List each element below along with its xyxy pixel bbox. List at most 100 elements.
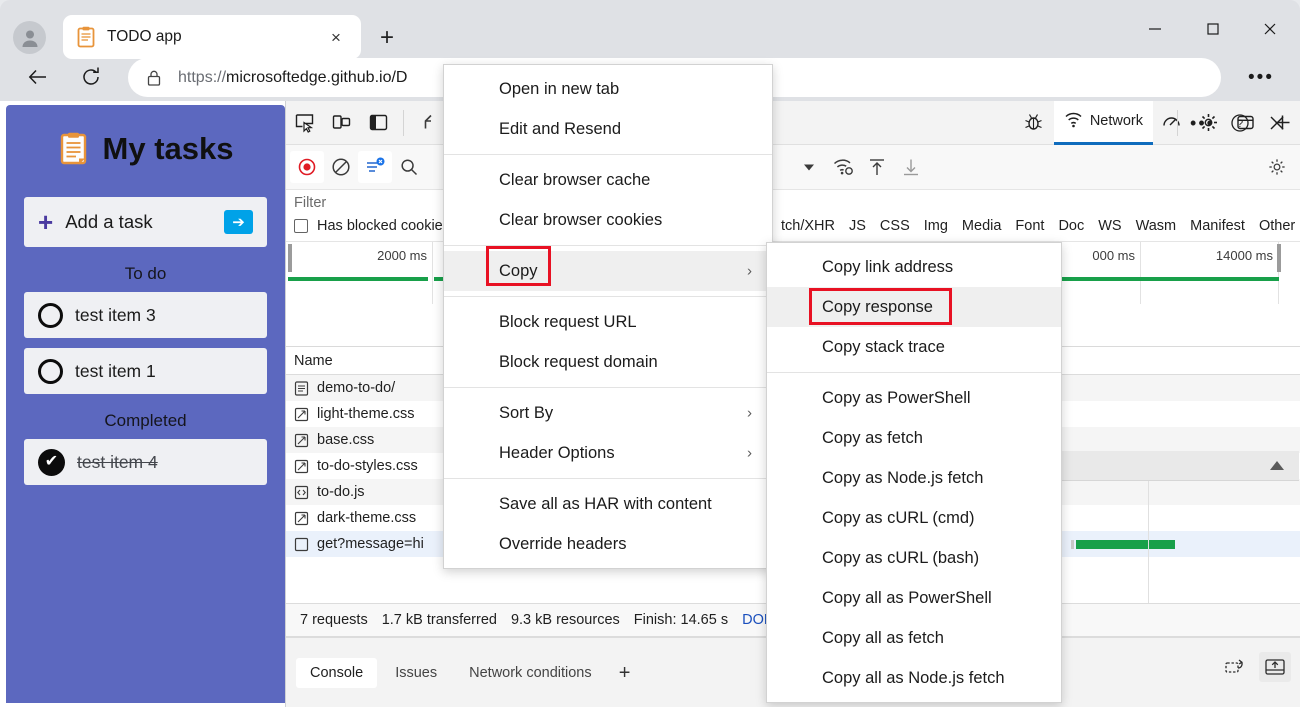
close-icon [1262, 21, 1278, 37]
filter-doc[interactable]: Doc [1058, 218, 1084, 234]
menu-item-open-in-new-tab[interactable]: Open in new tab [444, 69, 772, 109]
chevron-down-icon [802, 160, 816, 174]
window-close-button[interactable] [1247, 11, 1293, 47]
back-button[interactable] [21, 58, 55, 96]
overview-right-handle[interactable] [1277, 244, 1281, 272]
drawer-tab-network-conditions[interactable]: Network conditions [455, 658, 606, 688]
filter-js[interactable]: JS [849, 218, 866, 234]
filter-css[interactable]: CSS [880, 218, 910, 234]
new-tab-button[interactable]: + [371, 22, 403, 54]
help-icon[interactable]: ? [1221, 105, 1258, 141]
resource-type-filters: tch/XHR JS CSS Img Media Font Doc WS Was… [781, 218, 1295, 234]
overview-tick-label: 000 ms [1092, 248, 1135, 263]
list-item[interactable]: test item 3 [24, 292, 267, 338]
reload-button[interactable] [74, 58, 108, 96]
tab-network[interactable]: Network [1054, 101, 1153, 145]
tab-network-label: Network [1090, 113, 1143, 129]
elements-tab-icon[interactable] [410, 105, 447, 141]
drawer-add-tab-button[interactable]: + [610, 658, 640, 688]
dock-drawer-icon[interactable] [1259, 652, 1291, 682]
devtools-close-button[interactable] [1258, 105, 1295, 141]
menu-item-copy-link-address[interactable]: Copy link address [767, 247, 1061, 287]
network-conditions-icon[interactable] [826, 151, 860, 183]
task-label: test item 4 [77, 452, 158, 473]
copy-submenu[interactable]: Copy link address Copy response Copy sta… [766, 242, 1062, 703]
clear-network-button[interactable] [324, 151, 358, 183]
lock-icon [144, 68, 164, 88]
menu-item-edit-and-resend[interactable]: Edit and Resend [444, 109, 772, 149]
window-minimize-button[interactable] [1132, 11, 1178, 47]
menu-item-clear-browser-cookies[interactable]: Clear browser cookies [444, 200, 772, 240]
devtools-toolbar: Network [286, 101, 1300, 145]
menu-item-block-request-url[interactable]: Block request URL [444, 302, 772, 342]
refresh-icon [80, 66, 102, 88]
filter-toggle-button[interactable] [358, 151, 392, 183]
menu-item-copy-all-as-nodejs-fetch[interactable]: Copy all as Node.js fetch [767, 658, 1061, 698]
menu-item-save-all-as-har[interactable]: Save all as HAR with content [444, 484, 772, 524]
checkbox-icon[interactable] [294, 219, 308, 233]
menu-item-copy-all-as-fetch[interactable]: Copy all as fetch [767, 618, 1061, 658]
overview-tick-label: 14000 ms [1216, 248, 1273, 263]
add-task-input[interactable]: + Add a task ➔ [24, 197, 267, 247]
record-icon [297, 157, 317, 177]
arrow-left-icon [27, 66, 49, 88]
unchecked-circle-icon[interactable] [38, 359, 63, 384]
filter-input[interactable]: Filter [294, 195, 454, 215]
device-emulation-icon[interactable] [323, 105, 360, 141]
menu-item-override-headers[interactable]: Override headers [444, 524, 772, 564]
person-icon [19, 27, 41, 49]
filter-fetch-xhr[interactable]: tch/XHR [781, 218, 835, 234]
window-maximize-button[interactable] [1190, 11, 1236, 47]
menu-item-copy-as-curl-bash[interactable]: Copy as cURL (bash) [767, 538, 1061, 578]
menu-item-copy-as-nodejs-fetch[interactable]: Copy as Node.js fetch [767, 458, 1061, 498]
filter-wasm[interactable]: Wasm [1136, 218, 1177, 234]
network-toolbar [286, 145, 1300, 190]
list-item[interactable]: test item 1 [24, 348, 267, 394]
list-item[interactable]: ✔ test item 4 [24, 439, 267, 485]
maximize-icon [1205, 21, 1221, 37]
browser-tab[interactable]: TODO app × [63, 15, 361, 59]
browser-more-button[interactable]: ••• [1243, 60, 1279, 94]
menu-item-clear-browser-cache[interactable]: Clear browser cache [444, 160, 772, 200]
menu-item-copy-as-powershell[interactable]: Copy as PowerShell [767, 378, 1061, 418]
profile-avatar[interactable] [13, 21, 46, 54]
throttling-dropdown[interactable] [792, 151, 826, 183]
waterfall-collapse-bar[interactable] [1038, 451, 1299, 481]
summary-finish: Finish: 14.65 s [634, 612, 728, 628]
dock-side-icon[interactable] [360, 105, 397, 141]
filter-other[interactable]: Other [1259, 218, 1295, 234]
search-icon[interactable] [392, 151, 426, 183]
menu-item-header-options[interactable]: Header Options › [444, 433, 772, 473]
menu-item-block-request-domain[interactable]: Block request domain [444, 342, 772, 382]
menu-item-copy-stack-trace[interactable]: Copy stack trace [767, 327, 1061, 367]
close-icon[interactable]: × [323, 24, 349, 50]
filter-media[interactable]: Media [962, 218, 1002, 234]
menu-item-copy-response[interactable]: Copy response [767, 287, 1061, 327]
menu-item-copy[interactable]: Copy › [444, 251, 772, 291]
checked-circle-icon[interactable]: ✔ [38, 449, 65, 476]
record-button[interactable] [290, 151, 324, 183]
menu-item-copy-as-curl-cmd[interactable]: Copy as cURL (cmd) [767, 498, 1061, 538]
overview-left-handle[interactable] [288, 244, 292, 272]
menu-item-sort-by[interactable]: Sort By › [444, 393, 772, 433]
drawer-tab-console[interactable]: Console [296, 658, 377, 688]
context-menu[interactable]: Open in new tab Edit and Resend Clear br… [443, 64, 773, 569]
devtools-more-button[interactable]: ••• [1184, 105, 1221, 141]
filter-icon [364, 156, 386, 178]
unchecked-circle-icon[interactable] [38, 303, 63, 328]
has-blocked-cookies-checkbox[interactable]: Has blocked cookie [294, 218, 443, 234]
filter-font[interactable]: Font [1015, 218, 1044, 234]
filter-ws[interactable]: WS [1098, 218, 1121, 234]
filter-img[interactable]: Img [924, 218, 948, 234]
network-settings-gear-icon[interactable] [1261, 151, 1293, 183]
inspect-element-icon[interactable] [286, 105, 323, 141]
submit-arrow-icon[interactable]: ➔ [224, 210, 253, 234]
drawer-tab-issues[interactable]: Issues [381, 658, 451, 688]
sources-debug-icon[interactable] [1015, 105, 1052, 141]
import-har-icon[interactable] [860, 151, 894, 183]
filter-manifest[interactable]: Manifest [1190, 218, 1245, 234]
restore-drawer-icon[interactable] [1219, 652, 1251, 682]
export-har-icon[interactable] [894, 151, 928, 183]
menu-item-copy-all-as-powershell[interactable]: Copy all as PowerShell [767, 578, 1061, 618]
menu-item-copy-as-fetch[interactable]: Copy as fetch [767, 418, 1061, 458]
